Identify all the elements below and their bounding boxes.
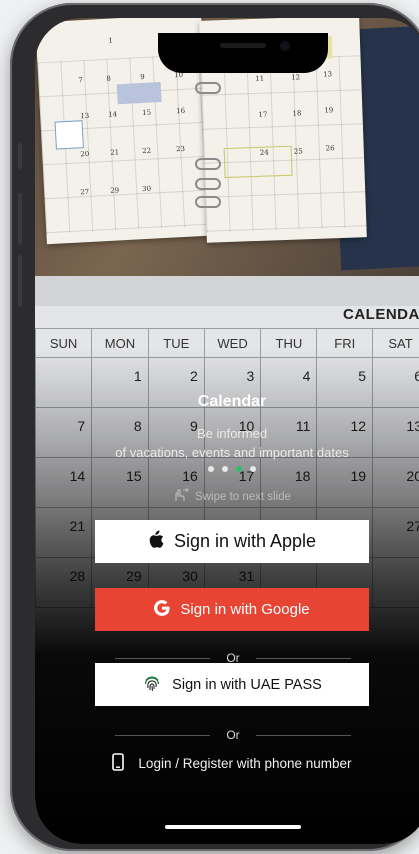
sign-in-uaepass-label: Sign in with UAE PASS (172, 676, 322, 693)
volume-up-button (18, 193, 22, 245)
slide-subtitle-line1: Be informed (196, 426, 268, 441)
swipe-hand-icon (173, 488, 189, 505)
swipe-hint: Swipe to next slide (35, 488, 419, 505)
phone-frame: 1 7 8 9 10 13 14 15 16 20 21 22 23 27 29… (10, 3, 419, 851)
notch (158, 33, 328, 73)
sign-in-apple-button[interactable]: Sign in with Apple (95, 520, 369, 563)
slide-pagination[interactable] (35, 466, 419, 472)
apple-icon (148, 530, 164, 554)
sign-in-google-button[interactable]: Sign in with Google (95, 588, 369, 631)
sign-in-google-label: Sign in with Google (180, 601, 310, 618)
phone-icon (112, 753, 125, 774)
slide-subtitle-line2: of vacations, events and important dates (115, 445, 349, 460)
fingerprint-icon (142, 673, 162, 697)
or-label-2: Or (226, 728, 240, 742)
sign-in-apple-label: Sign in with Apple (173, 531, 317, 551)
phone-login-label: Login / Register with phone number (138, 756, 352, 771)
mute-switch (18, 143, 22, 169)
page-dot[interactable] (222, 466, 228, 472)
swipe-hint-text: Swipe to next slide (195, 490, 291, 503)
slide-title: Calendar (197, 393, 267, 410)
or-divider-2: Or (115, 728, 351, 742)
onboarding-content: Calendar Be informed of vacations, event… (35, 18, 419, 844)
sign-in-uaepass-button[interactable]: Sign in with UAE PASS (95, 663, 369, 706)
home-indicator[interactable] (165, 825, 301, 829)
google-icon (154, 599, 170, 620)
phone-screen: 1 7 8 9 10 13 14 15 16 20 21 22 23 27 29… (35, 18, 419, 844)
volume-down-button (18, 255, 22, 307)
page-dot[interactable] (208, 466, 214, 472)
page-dot-active[interactable] (236, 466, 242, 472)
page-dot[interactable] (250, 466, 256, 472)
phone-login-link[interactable]: Login / Register with phone number (35, 753, 419, 774)
